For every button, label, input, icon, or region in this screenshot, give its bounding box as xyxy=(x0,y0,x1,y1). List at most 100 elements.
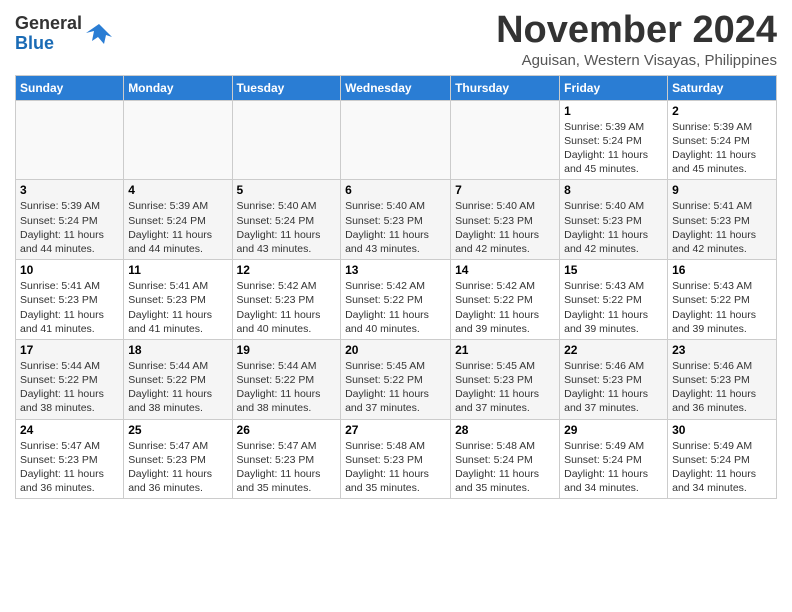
day-info: Sunrise: 5:46 AM Sunset: 5:23 PM Dayligh… xyxy=(672,359,772,416)
day-number: 6 xyxy=(345,183,446,197)
calendar-cell: 4Sunrise: 5:39 AM Sunset: 5:24 PM Daylig… xyxy=(124,180,232,260)
day-info: Sunrise: 5:43 AM Sunset: 5:22 PM Dayligh… xyxy=(564,279,663,336)
day-number: 8 xyxy=(564,183,663,197)
header: General Blue November 2024 Aguisan, West… xyxy=(15,10,777,69)
calendar-cell xyxy=(232,100,341,180)
calendar-cell: 1Sunrise: 5:39 AM Sunset: 5:24 PM Daylig… xyxy=(560,100,668,180)
calendar-cell: 10 Sunrise: 5:41 AM Sunset: 5:23 PM Dayli… xyxy=(16,260,124,340)
calendar-cell: 14 Sunrise: 5:42 AM Sunset: 5:22 PM Dayli… xyxy=(451,260,560,340)
day-number: 17 xyxy=(20,343,119,357)
day-number: 7 xyxy=(455,183,555,197)
calendar-cell: 3 Sunrise: 5:39 AM Sunset: 5:24 PM Daylig… xyxy=(16,180,124,260)
calendar-cell: 21 Sunrise: 5:45 AM Sunset: 5:23 PM Dayli… xyxy=(451,339,560,419)
day-number: 19 xyxy=(237,343,337,357)
calendar-week-1: 1 Sunrise: 5:39 AM Sunset: 5:24 PM Daylig… xyxy=(16,100,777,180)
day-info: Sunrise: 5:42 AM Sunset: 5:22 PM Dayligh… xyxy=(345,279,446,336)
day-info: Sunrise: 5:44 AM Sunset: 5:22 PM Dayligh… xyxy=(20,359,119,416)
day-info: Sunrise: 5:41 AM Sunset: 5:23 PM Dayligh… xyxy=(672,199,772,256)
calendar-cell: 26 Sunrise: 5:47 AM Sunset: 5:23 PM Dayli… xyxy=(232,419,341,499)
day-number: 5 xyxy=(237,183,337,197)
day-number: 12 xyxy=(237,263,337,277)
calendar-week-4: 17 Sunrise: 5:44 AM Sunset: 5:22 PM Dayli… xyxy=(16,339,777,419)
logo: General Blue xyxy=(15,14,114,54)
calendar-cell: 12 Sunrise: 5:42 AM Sunset: 5:23 PM Dayli… xyxy=(232,260,341,340)
day-info: Sunrise: 5:40 AM Sunset: 5:23 PM Dayligh… xyxy=(455,199,555,256)
day-number: 23 xyxy=(672,343,772,357)
day-number: 28 xyxy=(455,423,555,437)
calendar-cell: 23 Sunrise: 5:46 AM Sunset: 5:23 PM Dayli… xyxy=(668,339,777,419)
calendar-cell: 13 Sunrise: 5:42 AM Sunset: 5:22 PM Dayli… xyxy=(341,260,451,340)
day-info: Sunrise: 5:41 AM Sunset: 5:23 PM Dayligh… xyxy=(128,279,227,336)
day-number: 14 xyxy=(455,263,555,277)
day-number: 13 xyxy=(345,263,446,277)
day-number: 11 xyxy=(128,263,227,277)
day-number: 16 xyxy=(672,263,772,277)
logo-general: General xyxy=(15,13,82,33)
calendar-cell xyxy=(124,100,232,180)
day-info: Sunrise: 5:47 AM Sunset: 5:23 PM Dayligh… xyxy=(128,439,227,496)
day-info: Sunrise: 5:45 AM Sunset: 5:23 PM Dayligh… xyxy=(455,359,555,416)
day-info: Sunrise: 5:48 AM Sunset: 5:24 PM Dayligh… xyxy=(455,439,555,496)
calendar-cell: 6 Sunrise: 5:40 AM Sunset: 5:23 PM Daylig… xyxy=(341,180,451,260)
location-subtitle: Aguisan, Western Visayas, Philippines xyxy=(496,52,777,69)
day-number: 29 xyxy=(564,423,663,437)
weekday-header-sunday: Sunday xyxy=(16,75,124,100)
calendar-cell: 16Sunrise: 5:43 AM Sunset: 5:22 PM Dayli… xyxy=(668,260,777,340)
day-info: Sunrise: 5:48 AM Sunset: 5:23 PM Dayligh… xyxy=(345,439,446,496)
day-info: Sunrise: 5:49 AM Sunset: 5:24 PM Dayligh… xyxy=(564,439,663,496)
day-number: 24 xyxy=(20,423,119,437)
calendar-table: SundayMondayTuesdayWednesdayThursdayFrid… xyxy=(15,75,777,499)
logo-blue: Blue xyxy=(15,33,54,53)
calendar-cell xyxy=(451,100,560,180)
weekday-header-thursday: Thursday xyxy=(451,75,560,100)
day-number: 4 xyxy=(128,183,227,197)
title-area: November 2024 Aguisan, Western Visayas, … xyxy=(496,10,777,69)
calendar-cell xyxy=(341,100,451,180)
day-info: Sunrise: 5:41 AM Sunset: 5:23 PM Dayligh… xyxy=(20,279,119,336)
weekday-header-monday: Monday xyxy=(124,75,232,100)
day-number: 27 xyxy=(345,423,446,437)
day-number: 3 xyxy=(20,183,119,197)
calendar-header: SundayMondayTuesdayWednesdayThursdayFrid… xyxy=(16,75,777,100)
day-info: Sunrise: 5:39 AM Sunset: 5:24 PM Dayligh… xyxy=(672,120,772,177)
day-number: 20 xyxy=(345,343,446,357)
calendar-cell xyxy=(16,100,124,180)
calendar-cell: 20 Sunrise: 5:45 AM Sunset: 5:22 PM Dayli… xyxy=(341,339,451,419)
calendar-cell: 11 Sunrise: 5:41 AM Sunset: 5:23 PM Dayli… xyxy=(124,260,232,340)
day-number: 1 xyxy=(564,104,663,118)
calendar-week-3: 10 Sunrise: 5:41 AM Sunset: 5:23 PM Dayli… xyxy=(16,260,777,340)
day-info: Sunrise: 5:39 AM Sunset: 5:24 PM Dayligh… xyxy=(20,199,119,256)
weekday-header-friday: Friday xyxy=(560,75,668,100)
calendar-cell: 19 Sunrise: 5:44 AM Sunset: 5:22 PM Dayli… xyxy=(232,339,341,419)
logo-bird-icon xyxy=(84,19,114,49)
calendar-cell: 30Sunrise: 5:49 AM Sunset: 5:24 PM Dayli… xyxy=(668,419,777,499)
day-info: Sunrise: 5:46 AM Sunset: 5:23 PM Dayligh… xyxy=(564,359,663,416)
calendar-cell: 25Sunrise: 5:47 AM Sunset: 5:23 PM Dayli… xyxy=(124,419,232,499)
day-number: 22 xyxy=(564,343,663,357)
day-info: Sunrise: 5:45 AM Sunset: 5:22 PM Dayligh… xyxy=(345,359,446,416)
day-info: Sunrise: 5:44 AM Sunset: 5:22 PM Dayligh… xyxy=(237,359,337,416)
day-number: 10 xyxy=(20,263,119,277)
day-info: Sunrise: 5:40 AM Sunset: 5:24 PM Dayligh… xyxy=(237,199,337,256)
logo-text: General Blue xyxy=(15,14,82,54)
day-info: Sunrise: 5:49 AM Sunset: 5:24 PM Dayligh… xyxy=(672,439,772,496)
weekday-header-wednesday: Wednesday xyxy=(341,75,451,100)
calendar-week-2: 3 Sunrise: 5:39 AM Sunset: 5:24 PM Daylig… xyxy=(16,180,777,260)
day-info: Sunrise: 5:42 AM Sunset: 5:22 PM Dayligh… xyxy=(455,279,555,336)
day-info: Sunrise: 5:40 AM Sunset: 5:23 PM Dayligh… xyxy=(564,199,663,256)
calendar-cell: 8 Sunrise: 5:40 AM Sunset: 5:23 PM Daylig… xyxy=(560,180,668,260)
day-number: 9 xyxy=(672,183,772,197)
calendar-cell: 18Sunrise: 5:44 AM Sunset: 5:22 PM Dayli… xyxy=(124,339,232,419)
calendar-week-5: 24 Sunrise: 5:47 AM Sunset: 5:23 PM Dayli… xyxy=(16,419,777,499)
day-info: Sunrise: 5:44 AM Sunset: 5:22 PM Dayligh… xyxy=(128,359,227,416)
day-info: Sunrise: 5:47 AM Sunset: 5:23 PM Dayligh… xyxy=(237,439,337,496)
day-info: Sunrise: 5:40 AM Sunset: 5:23 PM Dayligh… xyxy=(345,199,446,256)
day-number: 21 xyxy=(455,343,555,357)
calendar-cell: 7 Sunrise: 5:40 AM Sunset: 5:23 PM Daylig… xyxy=(451,180,560,260)
weekday-header-saturday: Saturday xyxy=(668,75,777,100)
day-number: 26 xyxy=(237,423,337,437)
day-number: 15 xyxy=(564,263,663,277)
calendar-cell: 5 Sunrise: 5:40 AM Sunset: 5:24 PM Daylig… xyxy=(232,180,341,260)
day-info: Sunrise: 5:42 AM Sunset: 5:23 PM Dayligh… xyxy=(237,279,337,336)
calendar-cell: 2Sunrise: 5:39 AM Sunset: 5:24 PM Daylig… xyxy=(668,100,777,180)
